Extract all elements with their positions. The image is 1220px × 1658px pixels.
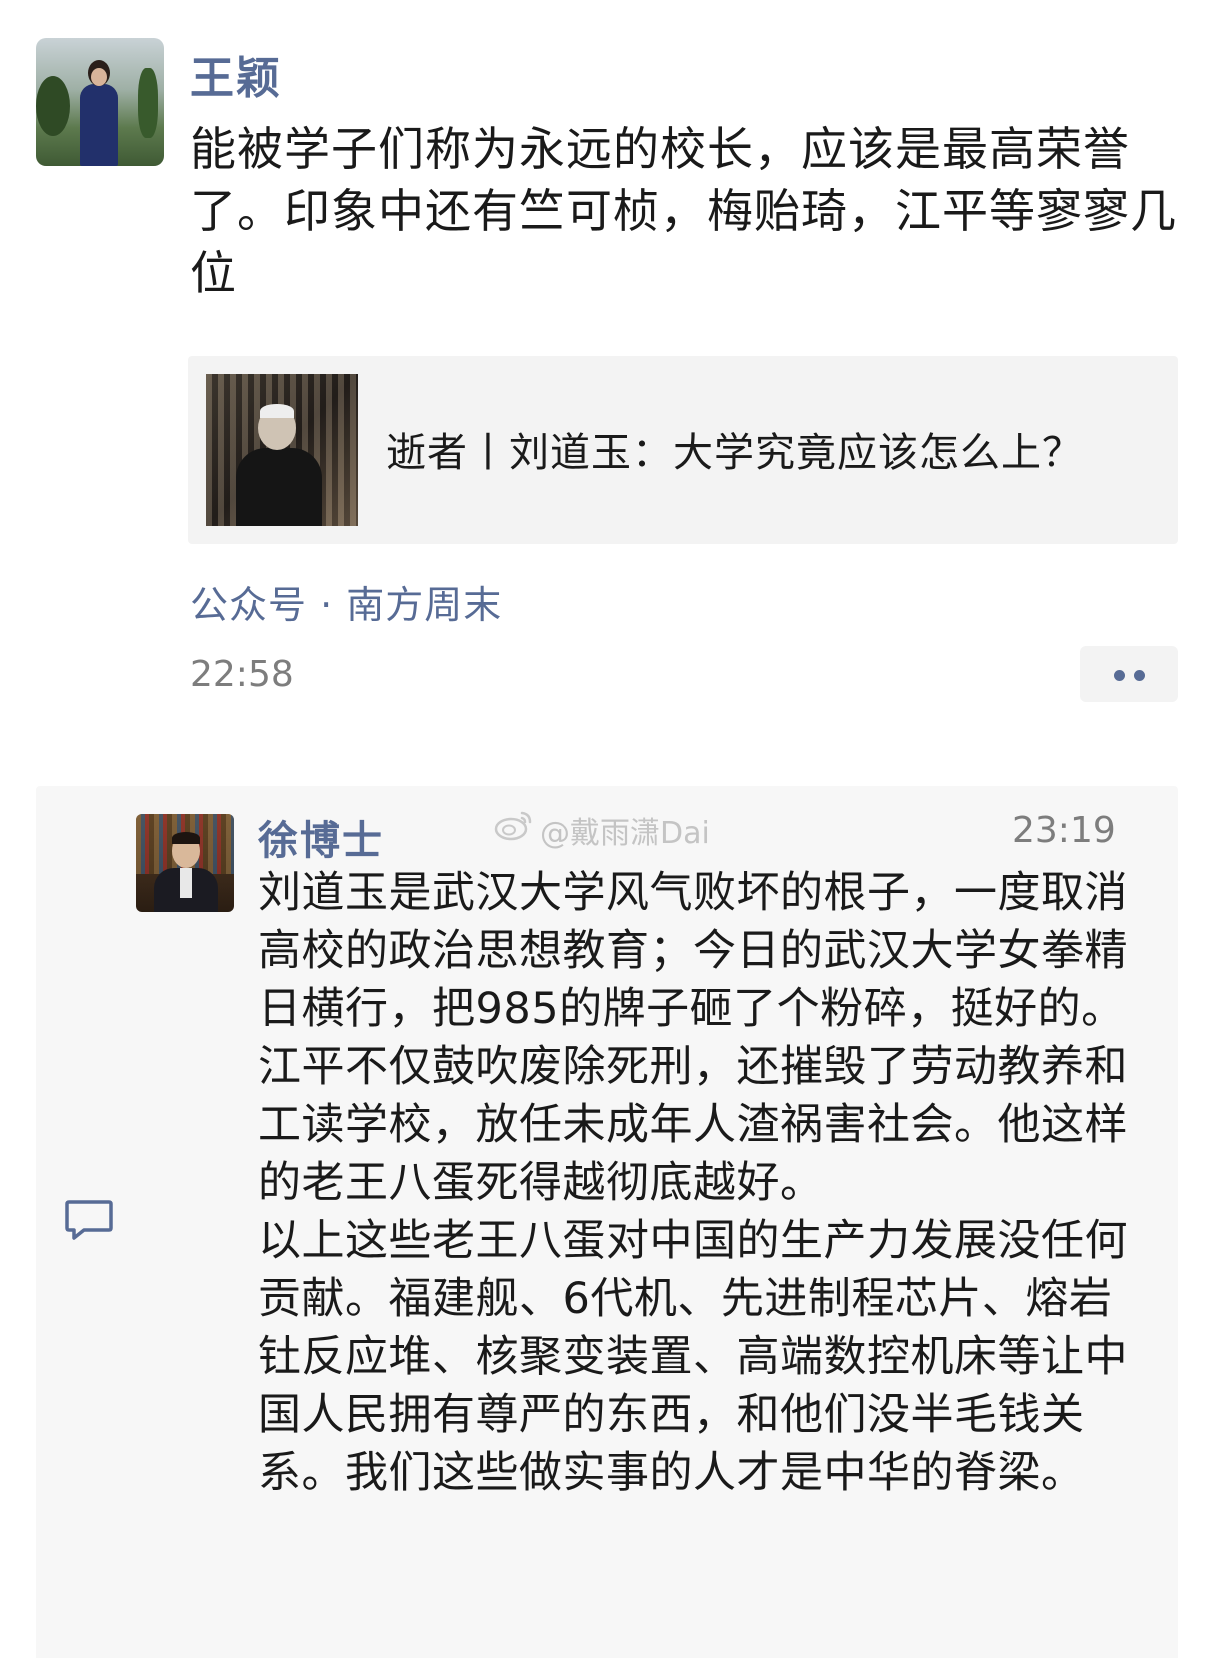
avatar-tree — [138, 68, 158, 138]
avatar-person — [76, 60, 122, 166]
article-title: 逝者丨刘道玉：大学究竟应该怎么上？ — [386, 430, 1083, 476]
avatar-tree — [36, 76, 70, 136]
weibo-logo-icon — [494, 811, 532, 841]
comment-time: 23:19 — [1012, 810, 1116, 851]
watermark-text: @戴雨潇Dai — [540, 816, 710, 851]
article-thumbnail — [206, 374, 358, 526]
more-dots-icon — [1134, 670, 1145, 681]
post-text: 能被学子们称为永远的校长，应该是最高荣誉了。印象中还有竺可桢，梅贻琦，江平等寥寥… — [190, 122, 1177, 300]
commenter-avatar[interactable] — [136, 814, 234, 912]
comment-paragraph: 刘道玉是武汉大学风气败坏的根子，一度取消高校的政治思想教育；今日的武汉大学女拳精… — [258, 868, 1128, 1034]
author-name[interactable]: 王颖 — [190, 42, 282, 106]
post-time: 22:58 — [190, 654, 294, 695]
shared-article-card[interactable]: 逝者丨刘道玉：大学究竟应该怎么上？ — [188, 356, 1178, 544]
more-dots-icon — [1114, 670, 1125, 681]
more-actions-button[interactable] — [1080, 646, 1178, 702]
comment-paragraph: 以上这些老王八蛋对中国的生产力发展没任何贡献。福建舰、6代机、先进制程芯片、熔岩… — [258, 1216, 1128, 1498]
comment-text: 刘道玉是武汉大学风气败坏的根子，一度取消高校的政治思想教育；今日的武汉大学女拳精… — [258, 864, 1138, 1502]
article-source[interactable]: 公众号 · 南方周末 — [190, 574, 502, 629]
comment-paragraph: 江平不仅鼓吹废除死刑，还摧毁了劳动教养和工读学校，放任未成年人渣祸害社会。他这样… — [258, 1042, 1128, 1208]
author-avatar[interactable] — [36, 38, 164, 166]
comment-bubble-icon[interactable] — [64, 1198, 114, 1242]
commenter-name[interactable]: 徐博士 — [258, 808, 384, 866]
